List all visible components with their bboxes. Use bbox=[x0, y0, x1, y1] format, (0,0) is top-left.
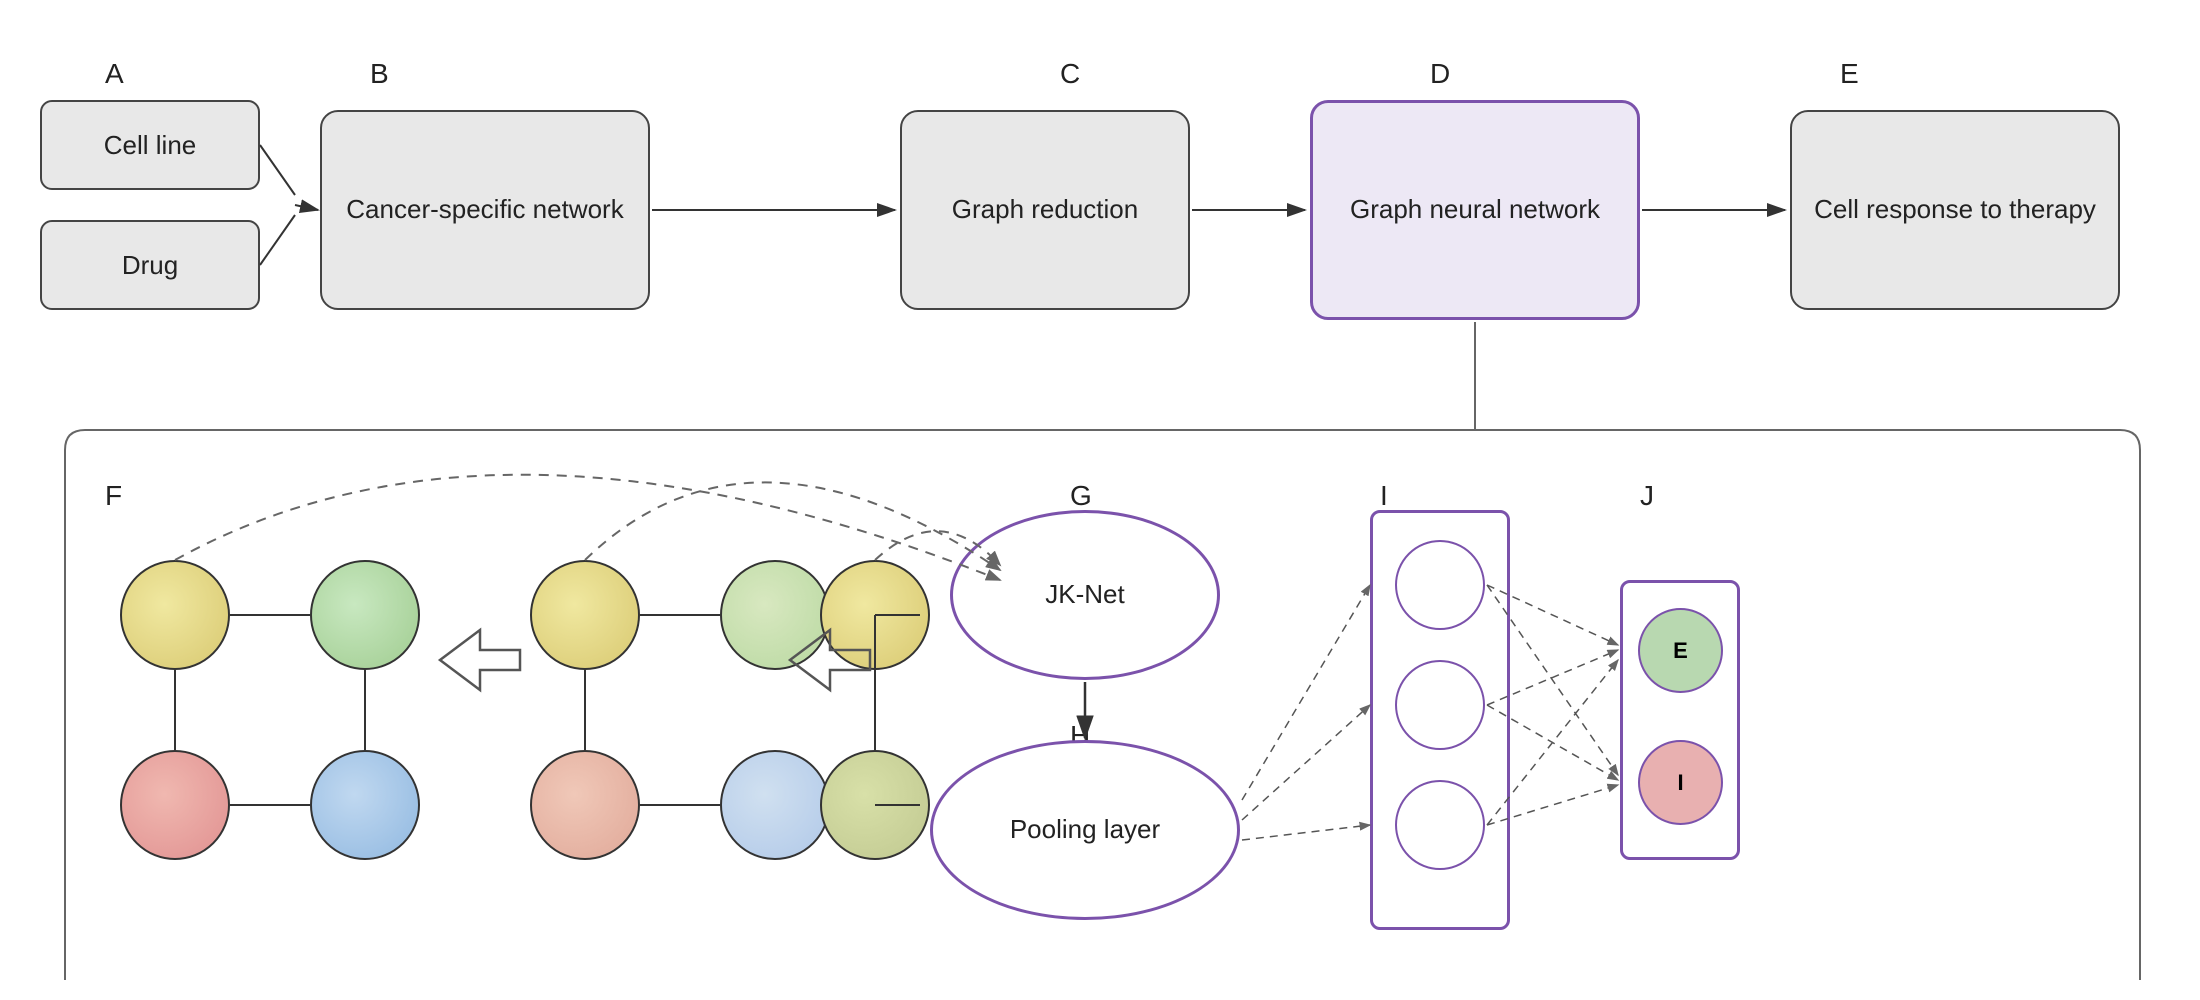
cancer-network-box: Cancer-specific network bbox=[320, 110, 650, 310]
label-C: C bbox=[1060, 58, 1080, 90]
nn-node-3 bbox=[1395, 780, 1485, 870]
nn-node-1 bbox=[1395, 540, 1485, 630]
drug-box: Drug bbox=[40, 220, 260, 310]
label-I: I bbox=[1380, 480, 1388, 512]
graph-node-g1-bl bbox=[120, 750, 230, 860]
label-A: A bbox=[105, 58, 124, 90]
graph-node-g3-bl bbox=[820, 750, 930, 860]
nn-node-2 bbox=[1395, 660, 1485, 750]
output-node-I: I bbox=[1638, 740, 1723, 825]
graph-node-g1-tr bbox=[310, 560, 420, 670]
output-node-E: E bbox=[1638, 608, 1723, 693]
label-E: E bbox=[1840, 58, 1859, 90]
diagram-container: A B C D E Cell line Drug Cancer-specific… bbox=[0, 0, 2200, 1000]
gnn-box: Graph neural network bbox=[1310, 100, 1640, 320]
label-J: J bbox=[1640, 480, 1654, 512]
graph-node-g1-br bbox=[310, 750, 420, 860]
graph-node-g2-bl bbox=[530, 750, 640, 860]
pooling-box: Pooling layer bbox=[930, 740, 1240, 920]
graph-node-g3-tl bbox=[820, 560, 930, 670]
graph-reduction-box: Graph reduction bbox=[900, 110, 1190, 310]
graph-node-g1-tl bbox=[120, 560, 230, 670]
label-D: D bbox=[1430, 58, 1450, 90]
label-G: G bbox=[1070, 480, 1092, 512]
jk-net-box: JK-Net bbox=[950, 510, 1220, 680]
label-F: F bbox=[105, 480, 122, 512]
label-B: B bbox=[370, 58, 389, 90]
cell-line-box: Cell line bbox=[40, 100, 260, 190]
graph-node-g2-tr bbox=[720, 560, 830, 670]
graph-node-g2-tl bbox=[530, 560, 640, 670]
cell-response-box: Cell response to therapy bbox=[1790, 110, 2120, 310]
graph-node-g2-br bbox=[720, 750, 830, 860]
